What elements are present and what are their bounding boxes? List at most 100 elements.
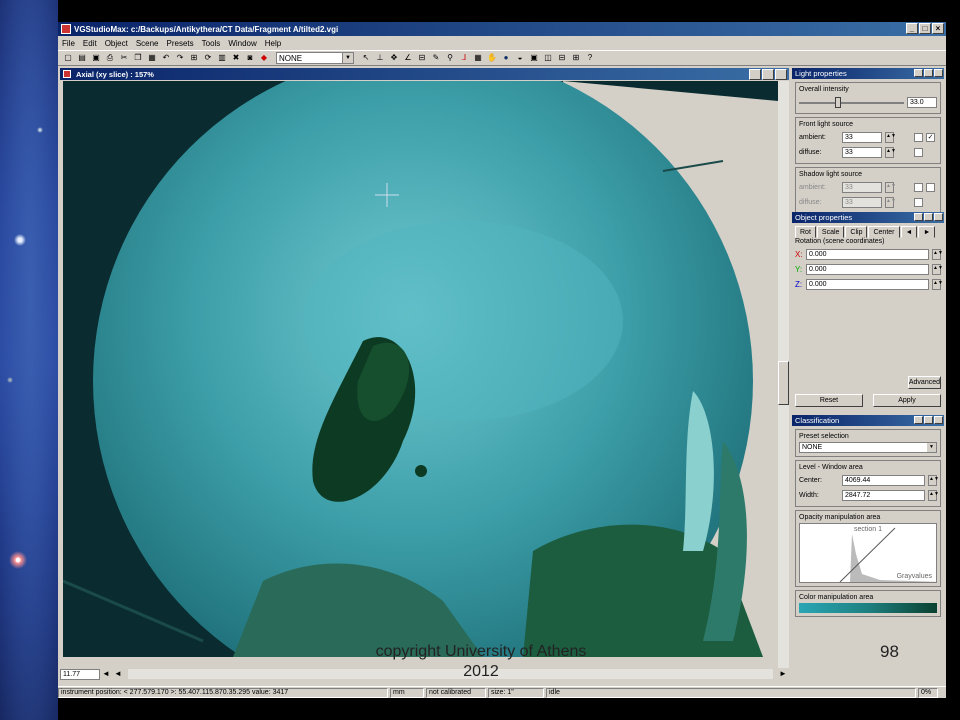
delete-icon[interactable]: ✖ <box>230 52 242 64</box>
panel-min-button[interactable] <box>914 213 923 221</box>
width-input[interactable]: 2847.72 <box>842 490 925 501</box>
opacity-histogram[interactable]: section 1 Grayvalues <box>799 523 942 583</box>
shadow-ambient-swatch[interactable] <box>914 183 923 192</box>
menu-edit[interactable]: Edit <box>83 39 97 48</box>
nav-prev-icon[interactable]: ◄ <box>112 668 124 680</box>
preset-dropdown[interactable]: NONE ▼ <box>276 52 354 64</box>
transform-icon[interactable]: ✥ <box>388 52 400 64</box>
diffuse-color-swatch[interactable] <box>914 148 923 157</box>
view-quad-icon[interactable]: ⊞ <box>570 52 582 64</box>
tab-scroll-left-icon[interactable]: ◄ <box>900 226 918 238</box>
maximize-button[interactable]: □ <box>919 23 931 34</box>
view-single-icon[interactable]: ▣ <box>528 52 540 64</box>
pointer-icon[interactable]: ↖ <box>360 52 372 64</box>
menu-help[interactable]: Help <box>265 39 281 48</box>
volume-icon[interactable]: ◒ <box>514 52 526 64</box>
close-button[interactable]: × <box>932 23 944 34</box>
spin-icon[interactable]: ▲▼ <box>885 197 896 208</box>
apply-button[interactable]: Apply <box>873 394 941 407</box>
scrollbar-thumb[interactable] <box>778 361 789 405</box>
slider-handle[interactable] <box>834 96 841 108</box>
shadow-diffuse-input[interactable]: 33 <box>842 197 882 208</box>
panel-close-button[interactable] <box>934 69 943 77</box>
ambient-input[interactable]: 33 <box>842 132 882 143</box>
tab-scroll-right-icon[interactable]: ► <box>918 226 936 238</box>
panel-max-button[interactable] <box>924 69 933 77</box>
spin-icon[interactable]: ▲▼ <box>885 182 896 193</box>
picker-icon[interactable]: ⚲ <box>444 52 456 64</box>
tab-center[interactable]: Center <box>868 226 900 238</box>
help-icon[interactable]: ? <box>584 52 596 64</box>
spin-icon[interactable]: ▲▼ <box>932 264 943 275</box>
view-triple-icon[interactable]: ⊟ <box>556 52 568 64</box>
paste-icon[interactable]: ▦ <box>146 52 158 64</box>
viewer-vertical-scrollbar[interactable] <box>778 81 789 677</box>
viewer-max-button[interactable] <box>762 69 774 80</box>
spin-icon[interactable]: ▲▼ <box>932 279 943 290</box>
spin-icon[interactable]: ▲▼ <box>885 147 896 158</box>
open-folder-icon[interactable]: ▤ <box>76 52 88 64</box>
spin-icon[interactable]: ▲▼ <box>932 249 943 260</box>
spin-icon[interactable]: ▲▼ <box>928 475 939 486</box>
axis-icon[interactable]: ⅃ <box>458 52 470 64</box>
hand-icon[interactable]: ✋ <box>486 52 498 64</box>
print-icon[interactable]: ⎙ <box>104 52 116 64</box>
undo-icon[interactable]: ↶ <box>160 52 172 64</box>
panel-close-button[interactable] <box>934 416 943 424</box>
advanced-button[interactable]: Advanced <box>907 376 941 389</box>
spin-icon[interactable]: ▲▼ <box>885 132 896 143</box>
shadow-ambient-input[interactable]: 33 <box>842 182 882 193</box>
nav-first-icon[interactable]: ◄ <box>100 668 112 680</box>
menu-file[interactable]: File <box>62 39 75 48</box>
layout-icon[interactable]: ▥ <box>216 52 228 64</box>
menu-scene[interactable]: Scene <box>136 39 159 48</box>
ruler-icon[interactable]: ⊟ <box>416 52 428 64</box>
panel-max-button[interactable] <box>924 213 933 221</box>
tab-rot[interactable]: Rot <box>795 226 816 238</box>
tab-scale[interactable]: Scale <box>816 226 845 238</box>
menu-window[interactable]: Window <box>228 39 256 48</box>
minimize-button[interactable]: _ <box>906 23 918 34</box>
panel-close-button[interactable] <box>934 213 943 221</box>
center-input[interactable]: 4069.44 <box>842 475 925 486</box>
tab-clip[interactable]: Clip <box>845 226 868 238</box>
sphere-icon[interactable]: ● <box>500 52 512 64</box>
color-gradient-bar[interactable] <box>799 603 937 613</box>
rotate-icon[interactable]: ⟳ <box>202 52 214 64</box>
shadow-checkbox[interactable] <box>926 183 935 192</box>
panel-min-button[interactable] <box>914 69 923 77</box>
viewer-min-button[interactable] <box>749 69 761 80</box>
render-icon[interactable]: ⊞ <box>188 52 200 64</box>
rotation-x-input[interactable]: 0.000 <box>806 249 929 260</box>
viewer-close-button[interactable] <box>775 69 787 80</box>
angle-icon[interactable]: ∠ <box>402 52 414 64</box>
save-icon[interactable]: ▣ <box>90 52 102 64</box>
preset-select[interactable]: NONE ▼ <box>799 442 937 453</box>
grid-icon[interactable]: ▦ <box>472 52 484 64</box>
cut-icon[interactable]: ✂ <box>118 52 130 64</box>
measure-icon[interactable]: ⊥ <box>374 52 386 64</box>
new-file-icon[interactable]: ▢ <box>62 52 74 64</box>
camera-icon[interactable]: ◙ <box>244 52 256 64</box>
diffuse-input[interactable]: 33 <box>842 147 882 158</box>
shadow-diffuse-swatch[interactable] <box>914 198 923 207</box>
rotation-z-input[interactable]: 0.000 <box>806 279 929 290</box>
copy-icon[interactable]: ❐ <box>132 52 144 64</box>
reset-button[interactable]: Reset <box>795 394 863 407</box>
menu-presets[interactable]: Presets <box>167 39 194 48</box>
overall-value[interactable]: 33.0 <box>907 97 937 108</box>
menu-tools[interactable]: Tools <box>202 39 221 48</box>
nav-next-icon[interactable]: ► <box>777 668 789 680</box>
ambient-color-swatch[interactable] <box>914 133 923 142</box>
view-split-icon[interactable]: ◫ <box>542 52 554 64</box>
zoom-input[interactable]: 11.77 <box>60 668 100 680</box>
rotation-y-input[interactable]: 0.000 <box>806 264 929 275</box>
menu-object[interactable]: Object <box>105 39 128 48</box>
record-icon[interactable]: ◆ <box>258 52 270 64</box>
intensity-slider[interactable] <box>799 96 904 108</box>
panel-min-button[interactable] <box>914 416 923 424</box>
panel-max-button[interactable] <box>924 416 933 424</box>
redo-icon[interactable]: ↷ <box>174 52 186 64</box>
ct-slice-image[interactable] <box>63 81 778 657</box>
front-light-checkbox[interactable]: ✓ <box>926 133 935 142</box>
